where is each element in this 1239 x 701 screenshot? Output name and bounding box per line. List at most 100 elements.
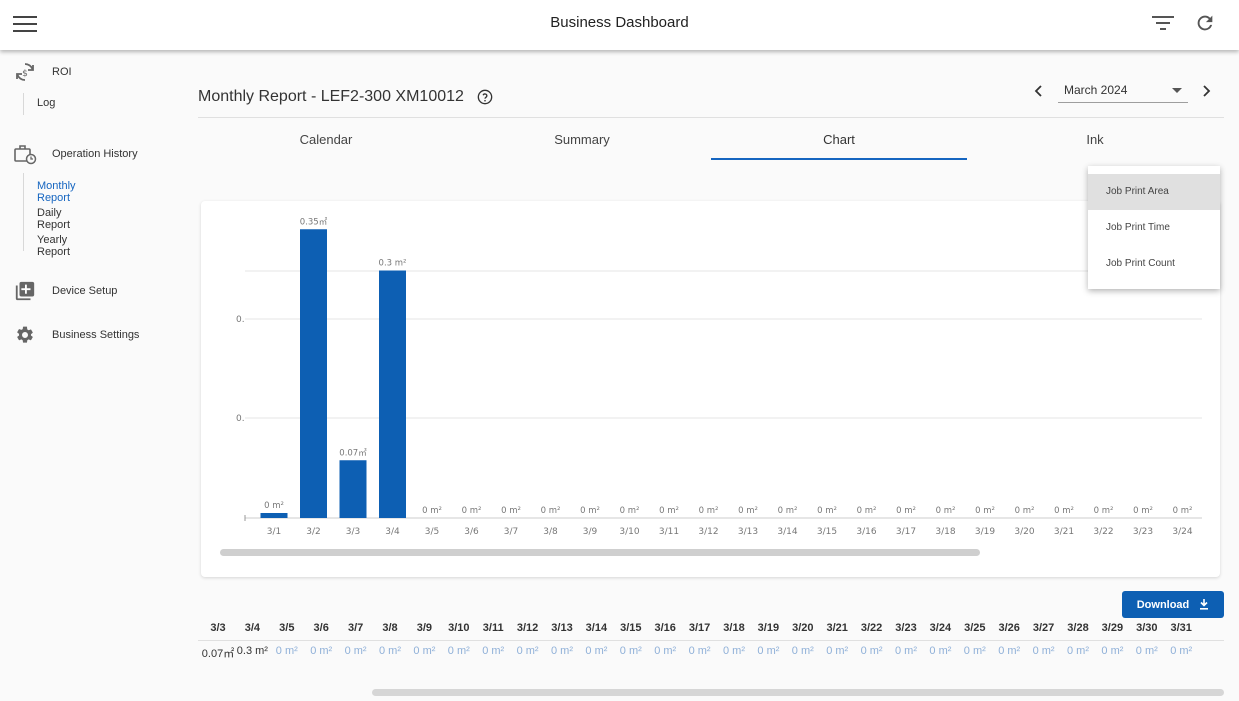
data-label: 0 m² (936, 506, 956, 516)
table-header-cell: 3/28 (1067, 622, 1089, 634)
tab-ink[interactable]: Ink (967, 120, 1223, 160)
data-label: 0 m² (738, 506, 758, 516)
data-label: 0 m² (1094, 506, 1114, 516)
page-title: Monthly Report - LEF2-300 XM10012 (198, 88, 464, 105)
x-tick-label: 3/6 (464, 527, 479, 537)
filter-icon[interactable] (1150, 11, 1176, 35)
table-value-cell: 0 m² (757, 645, 780, 657)
x-tick-label: 3/2 (306, 527, 320, 537)
table-header-cell: 3/7 (347, 622, 364, 634)
table-value-cell: 0 m² (860, 645, 883, 657)
table-value-cell: 0 m² (654, 645, 677, 657)
sidebar-item-operation-history[interactable]: Operation History (0, 142, 138, 166)
table-value-cell: 0.07㎡ (201, 648, 235, 660)
data-label: 0 m² (462, 506, 482, 516)
chart-metric-menu: Job Print Area Job Print Time Job Print … (1088, 166, 1220, 289)
table-header-cell: 3/10 (448, 622, 470, 634)
bar-chart: 0. 0. 0 m² 3/1 0.35㎡ 3/2 0.07㎡ 3/3 0.3 m² 3/4 0 m²… (236, 217, 1202, 537)
x-tick-label: 3/15 (817, 527, 837, 537)
data-label: 0.3 m² (379, 259, 407, 269)
roi-subnav: Log (23, 93, 55, 115)
table-value-cell: 0 m² (1067, 645, 1089, 657)
download-button[interactable]: Download (1122, 591, 1224, 618)
menu-item-job-print-count[interactable]: Job Print Count (1088, 246, 1220, 282)
table-header-cell: 3/30 (1136, 622, 1158, 634)
table-value-cell: 0.3 m² (236, 645, 268, 657)
briefcase-clock-icon (13, 142, 37, 166)
bar (300, 229, 327, 518)
x-tick-label: 3/1 (267, 527, 281, 537)
tab-summary[interactable]: Summary (454, 120, 710, 160)
x-tick-label: 3/9 (583, 527, 598, 537)
data-label: 0 m² (580, 506, 600, 516)
sidebar-subitem-monthly-report[interactable]: Monthly Report (24, 180, 76, 204)
data-label: 0 m² (896, 506, 916, 516)
menu-item-job-print-time[interactable]: Job Print Time (1088, 210, 1220, 246)
chevron-down-icon (1172, 88, 1182, 93)
menu-item-job-print-area[interactable]: Job Print Area (1088, 174, 1220, 210)
table-value-cell: 0 m² (688, 645, 711, 657)
help-icon[interactable] (477, 89, 493, 105)
table-header-cell: 3/31 (1170, 622, 1192, 634)
x-tick-label: 3/17 (896, 527, 916, 537)
table-value-cell: 0 m² (1101, 645, 1124, 657)
table-value-cell: 0 m² (379, 645, 401, 657)
sidebar-subitem-yearly-report[interactable]: Yearly Report (24, 234, 70, 258)
data-label: 0 m² (1015, 506, 1035, 516)
table-value-cell: 0 m² (1135, 645, 1158, 657)
sidebar-item-roi[interactable]: $ ROI (0, 60, 72, 84)
table-header-cell: 3/4 (244, 622, 261, 634)
table-value-cell: 0 m² (516, 645, 539, 657)
x-tick-label: 3/14 (777, 527, 797, 537)
table-value-cell: 0 m² (1170, 645, 1193, 657)
tab-chart[interactable]: Chart (711, 120, 967, 160)
bar (339, 460, 367, 518)
sidebar-item-label: Device Setup (52, 285, 118, 297)
sidebar-item-device-setup[interactable]: Device Setup (0, 279, 117, 303)
operation-history-subnav: Monthly Report Daily Report Yearly Repor… (23, 173, 76, 258)
chart-scrollbar[interactable] (220, 549, 980, 556)
table-header-cell: 3/22 (860, 622, 883, 634)
table-header-cell: 3/15 (620, 622, 642, 634)
bar (379, 270, 406, 518)
table-header-cell: 3/18 (723, 622, 745, 634)
table-header-cell: 3/11 (482, 622, 504, 634)
x-tick-label: 3/20 (1014, 527, 1034, 537)
table-header-cell: 3/23 (895, 622, 917, 634)
table-header-cell: 3/17 (688, 622, 711, 634)
data-label: 0 m² (778, 506, 798, 516)
table-header-cell: 3/9 (416, 622, 433, 634)
add-box-icon (13, 279, 37, 303)
table-scrollbar[interactable] (372, 689, 1224, 696)
refresh-icon[interactable] (1192, 10, 1218, 36)
table-value-cell: 0 m² (895, 645, 917, 657)
sidebar-item-business-settings[interactable]: Business Settings (0, 323, 139, 347)
month-select[interactable]: March 2024 (1058, 80, 1188, 103)
next-month-button[interactable] (1198, 82, 1214, 100)
x-tick-label: 3/19 (975, 527, 995, 537)
app-title: Business Dashboard (550, 14, 689, 31)
header-divider (198, 117, 1224, 118)
data-label: 0 m² (620, 506, 640, 516)
table-divider (198, 640, 1224, 641)
x-tick-label: 3/10 (619, 527, 639, 537)
top-app-bar: Business Dashboard (0, 0, 1239, 50)
table-header-cell: 3/29 (1101, 622, 1124, 634)
x-tick-label: 3/3 (346, 527, 360, 537)
tab-calendar[interactable]: Calendar (198, 120, 454, 160)
table-header-cell: 3/5 (279, 622, 295, 634)
previous-month-button[interactable] (1031, 82, 1047, 100)
table-value-cell: 0 m² (310, 645, 333, 657)
x-tick-label: 3/8 (543, 527, 558, 537)
sidebar-item-label: Operation History (52, 148, 138, 160)
data-label: 0 m² (264, 501, 284, 511)
table-value-cell: 0 m² (344, 645, 367, 657)
table-header-cell: 3/19 (757, 622, 780, 634)
sidebar-subitem-log[interactable]: Log (24, 93, 55, 109)
svg-text:$: $ (22, 69, 28, 79)
sidebar-subitem-daily-report[interactable]: Daily Report (24, 207, 70, 231)
x-tick-label: 3/23 (1133, 527, 1153, 537)
x-tick-label: 3/4 (385, 527, 400, 537)
table-value-cell: 0 m² (619, 645, 642, 657)
x-tick-label: 3/12 (698, 527, 718, 537)
